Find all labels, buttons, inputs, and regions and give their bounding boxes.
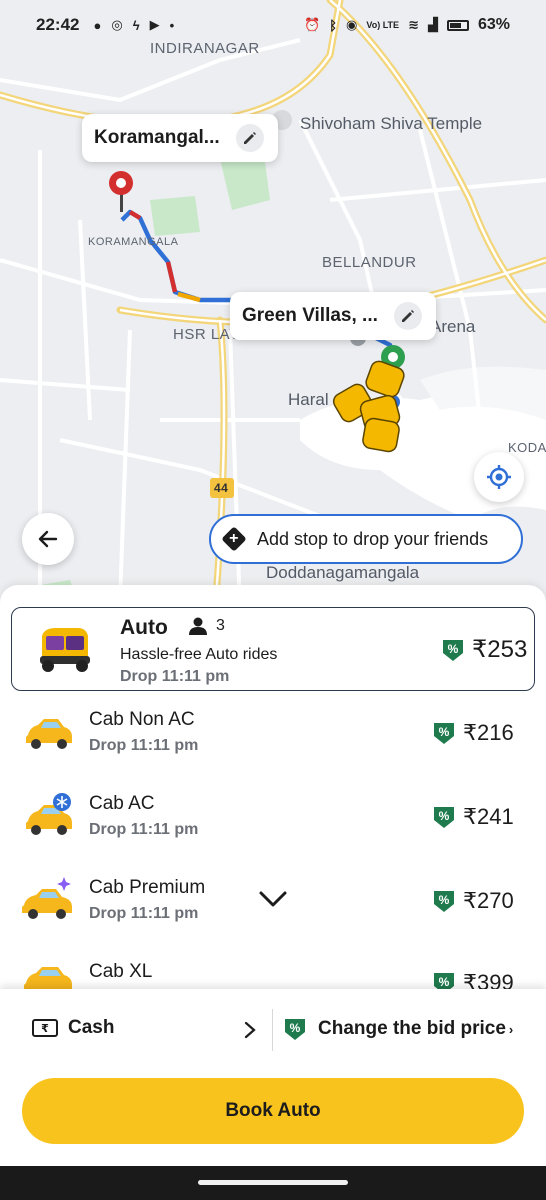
youtube-icon: ▶ bbox=[149, 17, 160, 32]
pickup-callout[interactable]: Koramangal... bbox=[82, 114, 278, 162]
back-button[interactable] bbox=[22, 513, 74, 565]
highway-shield-label: 44 bbox=[214, 481, 229, 495]
map-view[interactable]: 22:42 ● ◎ ϟ ▶ • ⏰ ᛒ ◉ Vo) LTE ≋ ▟ 63% IN… bbox=[0, 0, 546, 610]
ride-drop-time: Drop 11:11 pm bbox=[120, 668, 230, 685]
bluetooth-icon: ᛒ bbox=[329, 17, 338, 33]
battery-icon bbox=[446, 19, 469, 31]
locate-me-button[interactable] bbox=[474, 452, 524, 502]
price-value: ₹270 bbox=[463, 888, 514, 913]
map-label-haral: Haral bbox=[288, 390, 329, 409]
ride-price: % ₹270 bbox=[433, 888, 514, 914]
discount-badge-icon: % bbox=[433, 805, 455, 829]
change-bid-label: Change the bid price bbox=[318, 1018, 506, 1039]
price-value: ₹216 bbox=[463, 720, 514, 745]
auto-rickshaw-icon bbox=[40, 628, 90, 672]
add-stop-label: Add stop to drop your friends bbox=[257, 528, 489, 549]
divider bbox=[272, 1009, 273, 1051]
ride-price: % ₹399 bbox=[433, 970, 514, 989]
discount-badge-icon: % bbox=[433, 889, 455, 913]
map-label-doddanagamangala: Doddanagamangala bbox=[266, 563, 420, 582]
discount-badge-icon: % bbox=[442, 638, 464, 662]
discount-badge-icon: % bbox=[284, 1017, 306, 1041]
ride-drop-time: Drop 11:11 pm bbox=[89, 821, 199, 838]
ride-price: % ₹241 bbox=[433, 804, 514, 830]
change-bid-button[interactable]: % Change the bid price › bbox=[284, 1017, 513, 1041]
chevron-down-icon[interactable] bbox=[258, 889, 288, 909]
cash-icon: ₹ bbox=[32, 1019, 58, 1037]
price-value: ₹253 bbox=[472, 636, 528, 663]
ride-name: Cab AC bbox=[89, 793, 155, 814]
edit-pickup-icon[interactable] bbox=[235, 124, 264, 152]
discount-badge-icon: % bbox=[433, 971, 455, 989]
dot-icon: • bbox=[169, 17, 175, 33]
cab-ac-icon bbox=[26, 793, 72, 835]
chat-icon: ● bbox=[93, 17, 102, 33]
ride-name: Auto bbox=[120, 616, 168, 639]
ride-price: % ₹253 bbox=[442, 635, 527, 664]
ride-option-auto[interactable]: Auto 3 Hassle-free Auto rides Drop 11:11… bbox=[11, 607, 535, 691]
ride-name: Cab XL bbox=[89, 961, 153, 982]
location-icon: ◉ bbox=[346, 17, 358, 32]
seat-capacity: 3 bbox=[188, 616, 225, 636]
alarm-icon: ⏰ bbox=[304, 17, 321, 32]
ride-name: Cab Non AC bbox=[89, 709, 195, 730]
instagram-icon: ◎ bbox=[111, 17, 123, 32]
battery-percent: 63% bbox=[477, 16, 510, 33]
arrow-left-icon bbox=[38, 530, 58, 548]
map-label-shivoham: Shivoham Shiva Temple bbox=[300, 114, 483, 133]
status-time: 22:42 bbox=[36, 15, 80, 34]
payment-row: ₹ Cash % Change the bid price › bbox=[0, 1005, 546, 1055]
crosshair-icon bbox=[487, 465, 511, 489]
map-label-bellandur: BELLANDUR bbox=[322, 254, 417, 271]
pickup-label: Koramangal... bbox=[94, 127, 220, 148]
map-label-kodat: KODAT bbox=[508, 440, 546, 455]
status-bar: 22:42 ● ◎ ϟ ▶ • ⏰ ᛒ ◉ Vo) LTE ≋ ▟ 63% bbox=[0, 0, 546, 50]
cab-xl-icon bbox=[24, 967, 72, 989]
volte-icon: Vo) LTE bbox=[366, 20, 400, 30]
price-value: ₹241 bbox=[463, 804, 514, 829]
ride-option-cab-xl[interactable]: Cab XL % ₹399 bbox=[0, 957, 546, 989]
pickup-pin-icon bbox=[106, 170, 136, 205]
chevron-right-small-icon: › bbox=[508, 1021, 514, 1037]
ride-option-cab-non-ac[interactable]: Cab Non AC Drop 11:11 pm % ₹216 bbox=[0, 705, 546, 785]
ride-option-cab-premium[interactable]: Cab Premium Drop 11:11 pm % ₹270 bbox=[0, 873, 546, 953]
chevron-right-icon[interactable] bbox=[244, 1021, 256, 1039]
person-icon bbox=[189, 617, 207, 635]
payment-method-label: Cash bbox=[68, 1017, 115, 1038]
map-label-arena: Arena bbox=[430, 317, 476, 336]
ride-price: % ₹216 bbox=[433, 720, 514, 746]
bolt-icon: ϟ bbox=[132, 17, 140, 33]
cab-premium-icon bbox=[22, 877, 72, 919]
edit-drop-icon[interactable] bbox=[393, 302, 422, 330]
payment-method-button[interactable]: ₹ Cash bbox=[32, 1017, 114, 1039]
discount-badge-icon: % bbox=[433, 721, 455, 745]
nearby-autos-icon bbox=[332, 360, 405, 453]
book-auto-button[interactable]: Book Auto bbox=[22, 1078, 524, 1144]
cab-icon bbox=[26, 719, 72, 749]
signal-icon: ▟ bbox=[427, 17, 438, 32]
add-stop-icon: + bbox=[221, 526, 247, 552]
system-nav-bar bbox=[0, 1166, 546, 1200]
wifi-icon: ≋ bbox=[408, 17, 419, 32]
ride-drop-time: Drop 11:11 pm bbox=[89, 737, 199, 754]
home-gesture-pill[interactable] bbox=[198, 1180, 348, 1185]
ride-name: Cab Premium bbox=[89, 877, 206, 898]
ride-option-cab-ac[interactable]: Cab AC Drop 11:11 pm % ₹241 bbox=[0, 789, 546, 869]
seat-count: 3 bbox=[216, 617, 225, 634]
drop-label: Green Villas, ... bbox=[242, 305, 378, 326]
ride-drop-time: Drop 11:11 pm bbox=[89, 905, 199, 922]
add-stop-button[interactable]: + Add stop to drop your friends bbox=[209, 514, 523, 564]
ride-tagline: Hassle-free Auto rides bbox=[120, 646, 278, 663]
drop-callout[interactable]: Green Villas, ... bbox=[230, 292, 436, 340]
price-value: ₹399 bbox=[463, 970, 514, 989]
map-label-koramangala: KORAMANGALA bbox=[88, 236, 179, 248]
